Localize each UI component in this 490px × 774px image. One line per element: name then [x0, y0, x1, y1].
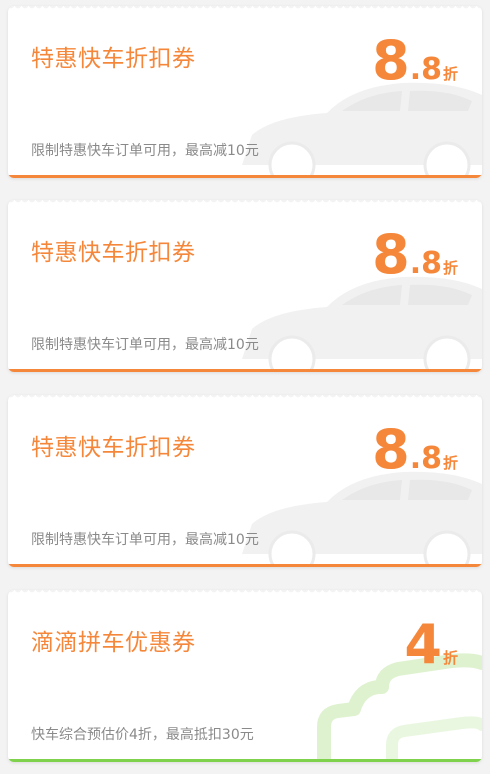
perforated-edge [8, 6, 482, 10]
coupon-card[interactable]: 特惠快车折扣券 8.8折 限制特惠快车订单可用，最高减10元 [8, 200, 482, 372]
discount-unit: 折 [442, 454, 458, 472]
perforated-edge [8, 590, 482, 594]
coupon-description: 快车综合预估价4折，最高抵扣30元 [31, 727, 254, 743]
coupon-description: 限制特惠快车订单可用，最高减10元 [31, 143, 259, 159]
coupon-discount: 8.8折 [372, 423, 458, 477]
coupon-title: 特惠快车折扣券 [31, 435, 196, 461]
coupon-card[interactable]: 特惠快车折扣券 8.8折 限制特惠快车订单可用，最高减10元 [8, 6, 482, 178]
coupon-list: 特惠快车折扣券 8.8折 限制特惠快车订单可用，最高减10元 特惠快车折扣券 8… [0, 0, 490, 774]
coupon-accent-bar [8, 175, 482, 178]
coupon-title: 特惠快车折扣券 [31, 240, 196, 266]
coupon-card[interactable]: 滴滴拼车优惠券 4折 快车综合预估价4折，最高抵扣30元 [8, 590, 482, 762]
coupon-accent-bar [8, 759, 482, 762]
discount-unit: 折 [442, 65, 458, 83]
coupon-description: 限制特惠快车订单可用，最高减10元 [31, 532, 259, 548]
discount-integer: 4 [404, 613, 442, 676]
discount-integer: 8 [372, 418, 410, 481]
perforated-edge [8, 200, 482, 204]
coupon-title: 特惠快车折扣券 [31, 46, 196, 72]
coupon-discount: 8.8折 [372, 34, 458, 88]
coupon-discount: 4折 [404, 618, 458, 672]
discount-unit: 折 [442, 649, 458, 667]
discount-decimal: .8 [409, 246, 442, 281]
discount-integer: 8 [372, 29, 410, 92]
coupon-description: 限制特惠快车订单可用，最高减10元 [31, 337, 259, 353]
discount-decimal: .8 [409, 52, 442, 87]
discount-decimal: .8 [409, 441, 442, 476]
coupon-title: 滴滴拼车优惠券 [31, 630, 196, 656]
coupon-card[interactable]: 特惠快车折扣券 8.8折 限制特惠快车订单可用，最高减10元 [8, 395, 482, 567]
coupon-accent-bar [8, 564, 482, 567]
perforated-edge [8, 395, 482, 399]
coupon-accent-bar [8, 369, 482, 372]
discount-unit: 折 [442, 259, 458, 277]
coupon-discount: 8.8折 [372, 228, 458, 282]
discount-integer: 8 [372, 223, 410, 286]
